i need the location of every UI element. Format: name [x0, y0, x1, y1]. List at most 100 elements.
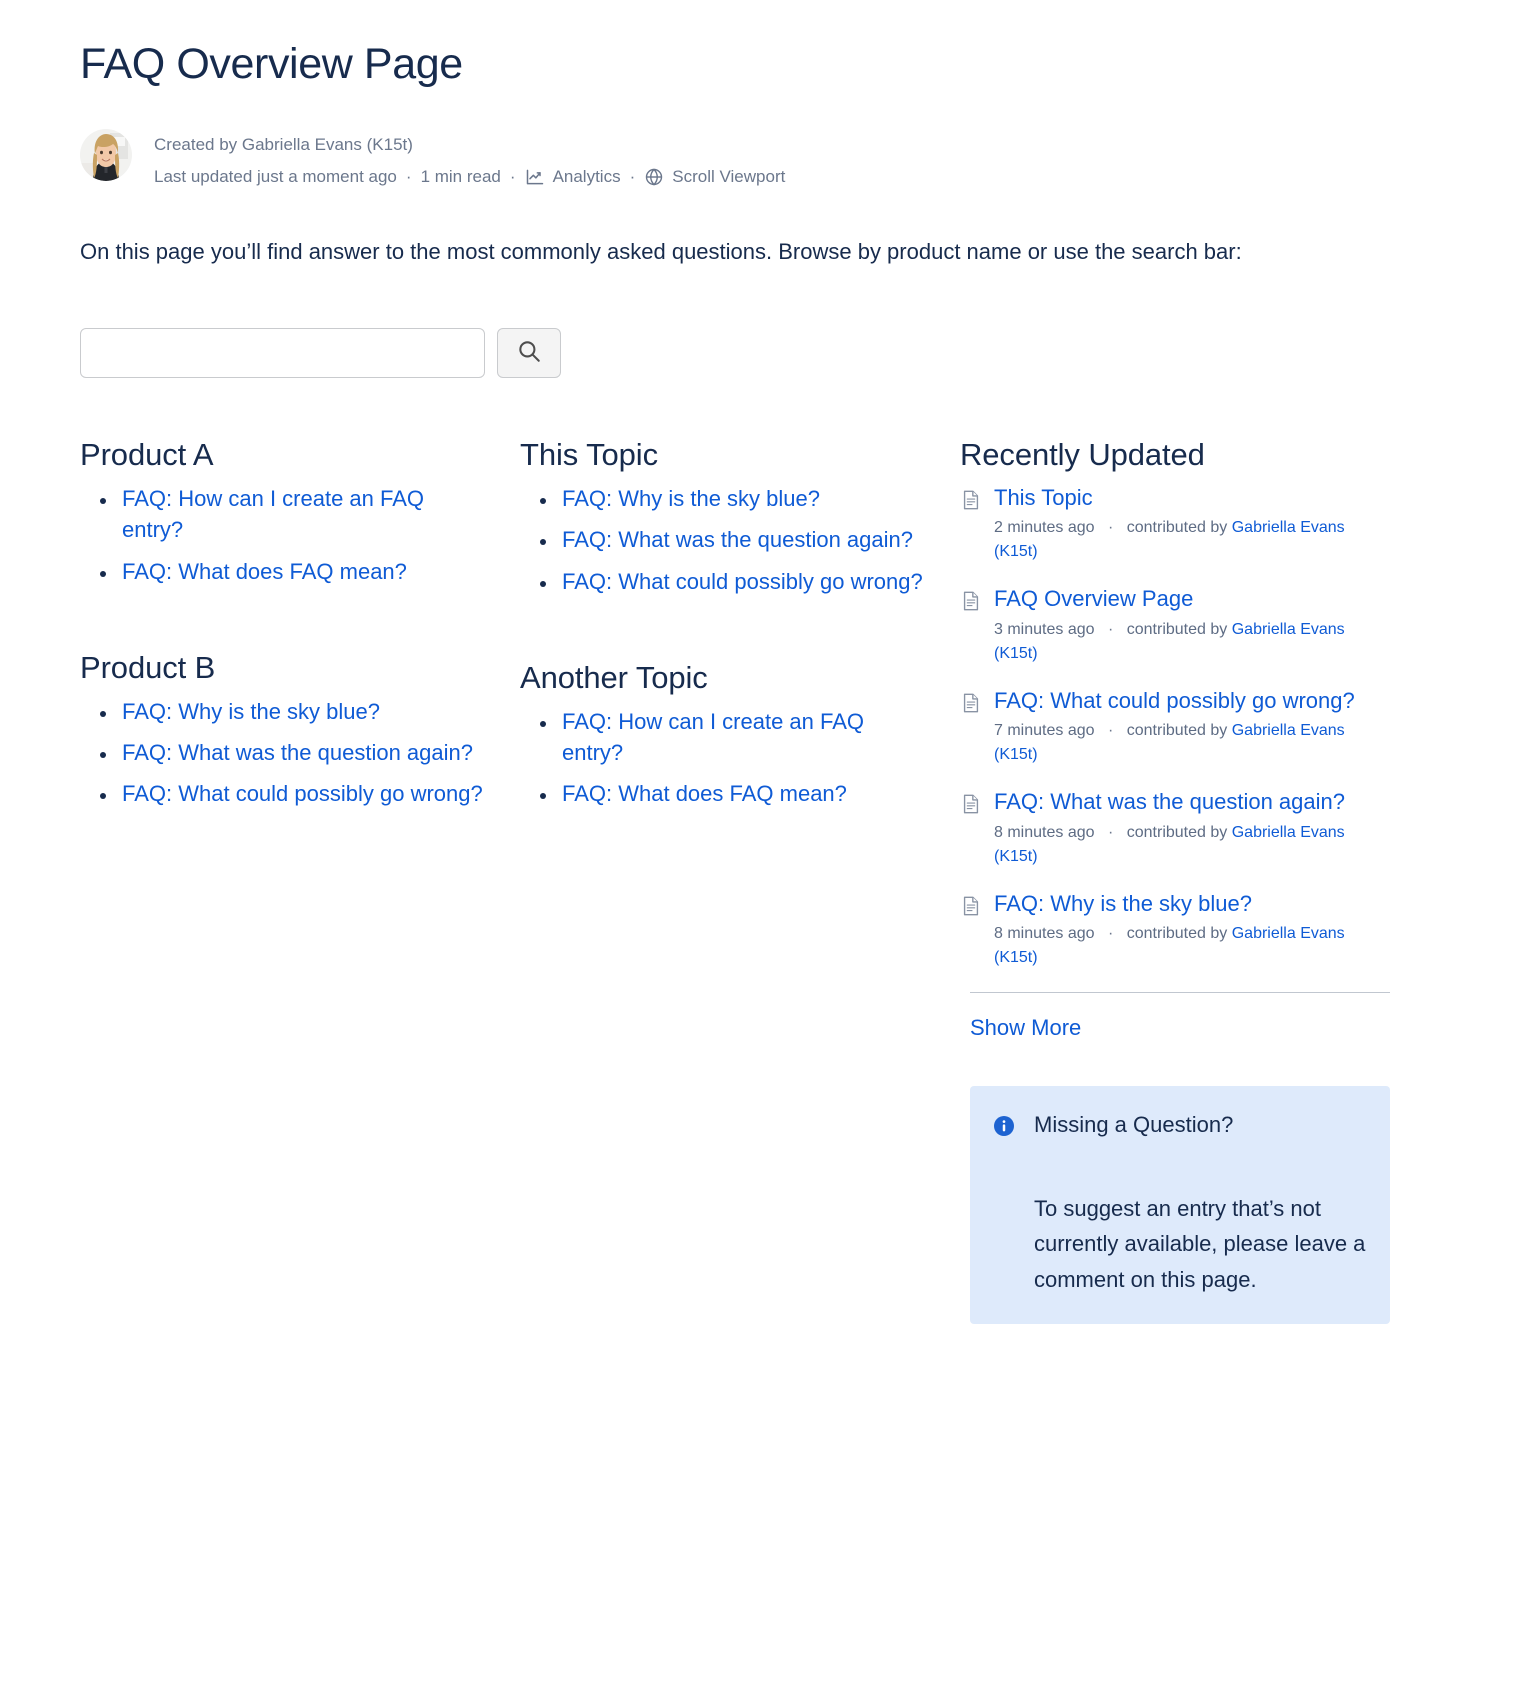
page-root: FAQ Overview Page Created by Gabriella E… — [0, 0, 1530, 1364]
list-item: This Topic 2 minutes ago · contributed b… — [960, 483, 1390, 564]
list-item-body: FAQ: What could possibly go wrong? 7 min… — [994, 686, 1390, 767]
info-panel: Missing a Question? To suggest an entry … — [970, 1085, 1390, 1324]
search-button[interactable] — [497, 327, 561, 378]
column-topics: This Topic FAQ: Why is the sky blue? FAQ… — [520, 436, 960, 820]
recently-updated-meta: 3 minutes ago · contributed by Gabriella… — [994, 618, 1390, 666]
content-columns: Product A FAQ: How can I create an FAQ e… — [80, 436, 1450, 1324]
page-document-icon — [960, 895, 984, 917]
list-item: FAQ: What could possibly go wrong? — [118, 778, 490, 809]
section-heading-another-topic: Another Topic — [520, 659, 708, 695]
scroll-viewport-link[interactable]: Scroll Viewport — [644, 161, 785, 192]
analytics-label: Analytics — [552, 166, 621, 186]
section-heading-this-topic: This Topic — [520, 436, 658, 472]
meta-separator: · — [1107, 519, 1114, 537]
show-more-link[interactable]: Show More — [970, 1015, 1081, 1041]
contributed-by-label: contributed by — [1126, 722, 1228, 740]
byline-separator-2: · — [509, 166, 516, 186]
faq-list-another-topic: FAQ: How can I create an FAQ entry? FAQ:… — [520, 706, 930, 810]
faq-link[interactable]: FAQ: Why is the sky blue? — [562, 486, 820, 511]
recently-updated-title[interactable]: FAQ: What could possibly go wrong? — [994, 688, 1355, 713]
list-item: FAQ: Why is the sky blue? — [558, 483, 930, 514]
timestamp: 8 minutes ago — [994, 823, 1095, 841]
recently-updated-list: This Topic 2 minutes ago · contributed b… — [960, 483, 1390, 970]
faq-link[interactable]: FAQ: What could possibly go wrong? — [562, 569, 923, 594]
info-icon — [992, 1114, 1016, 1138]
timestamp: 2 minutes ago — [994, 519, 1095, 537]
list-item: FAQ: What was the question again? 8 minu… — [960, 787, 1390, 868]
byline: Created by Gabriella Evans (K15t) Last u… — [80, 127, 1450, 192]
list-item: FAQ: Why is the sky blue? — [118, 696, 490, 727]
analytics-link[interactable]: Analytics — [525, 161, 621, 192]
list-item-body: FAQ: Why is the sky blue? 8 minutes ago … — [994, 889, 1390, 970]
byline-created: Created by Gabriella Evans (K15t) — [154, 135, 413, 155]
list-item: FAQ: What does FAQ mean? — [558, 778, 930, 809]
faq-list-product-a: FAQ: How can I create an FAQ entry? FAQ:… — [80, 483, 490, 587]
meta-separator: · — [1107, 722, 1114, 740]
info-panel-content: Missing a Question? To suggest an entry … — [1034, 1110, 1368, 1298]
byline-separator-3: · — [629, 166, 636, 186]
list-item-body: FAQ: What was the question again? 8 minu… — [994, 787, 1390, 868]
timestamp: 7 minutes ago — [994, 722, 1095, 740]
list-item: FAQ: What does FAQ mean? — [118, 556, 490, 587]
list-item-body: This Topic 2 minutes ago · contributed b… — [994, 483, 1390, 564]
search-icon — [516, 338, 542, 367]
column-recently-updated: Recently Updated This Topic 2 minutes ag… — [960, 436, 1390, 1324]
avatar — [80, 129, 132, 182]
contributed-by-label: contributed by — [1126, 620, 1228, 638]
recently-updated-title[interactable]: This Topic — [994, 485, 1093, 510]
page-document-icon — [960, 692, 984, 714]
timestamp: 3 minutes ago — [994, 620, 1095, 638]
byline-last-updated: Last updated just a moment ago — [154, 166, 397, 186]
list-item: FAQ: What was the question again? — [118, 737, 490, 768]
intro-paragraph: On this page you’ll find answer to the m… — [80, 239, 1242, 265]
byline-separator-1: · — [405, 166, 412, 186]
list-item-body: FAQ Overview Page 3 minutes ago · contri… — [994, 584, 1390, 665]
recently-updated-meta: 8 minutes ago · contributed by Gabriella… — [994, 922, 1390, 970]
recently-updated-title[interactable]: FAQ: What was the question again? — [994, 789, 1345, 814]
list-item: FAQ: What was the question again? — [558, 524, 930, 555]
timestamp: 8 minutes ago — [994, 924, 1095, 942]
section-heading-recently-updated: Recently Updated — [960, 436, 1205, 472]
search-input[interactable] — [80, 327, 485, 378]
search-bar — [80, 327, 1450, 378]
recently-updated-title[interactable]: FAQ: Why is the sky blue? — [994, 891, 1252, 916]
list-item: FAQ Overview Page 3 minutes ago · contri… — [960, 584, 1390, 665]
list-item: FAQ: How can I create an FAQ entry? — [558, 706, 930, 768]
contributed-by-label: contributed by — [1126, 924, 1228, 942]
section-heading-product-a: Product A — [80, 436, 214, 472]
page-document-icon — [960, 793, 984, 815]
faq-link[interactable]: FAQ: What could possibly go wrong? — [122, 781, 483, 806]
recently-updated-meta: 2 minutes ago · contributed by Gabriella… — [994, 516, 1390, 564]
contributed-by-label: contributed by — [1126, 823, 1228, 841]
page-document-icon — [960, 590, 984, 612]
list-item: FAQ: What could possibly go wrong? — [558, 566, 930, 597]
recently-updated-meta: 8 minutes ago · contributed by Gabriella… — [994, 821, 1390, 869]
globe-icon — [644, 167, 664, 187]
faq-link[interactable]: FAQ: What was the question again? — [562, 527, 913, 552]
faq-link[interactable]: FAQ: How can I create an FAQ entry? — [562, 709, 864, 765]
analytics-chart-icon — [525, 167, 545, 187]
list-item: FAQ: Why is the sky blue? 8 minutes ago … — [960, 889, 1390, 970]
byline-meta: Last updated just a moment ago · 1 min r… — [154, 161, 785, 192]
faq-link[interactable]: FAQ: What does FAQ mean? — [562, 781, 847, 806]
section-heading-product-b: Product B — [80, 649, 216, 685]
info-panel-title: Missing a Question? — [1034, 1111, 1234, 1137]
page-document-icon — [960, 489, 984, 511]
byline-text: Created by Gabriella Evans (K15t) Last u… — [154, 127, 785, 192]
faq-list-this-topic: FAQ: Why is the sky blue? FAQ: What was … — [520, 483, 930, 597]
recently-updated-title[interactable]: FAQ Overview Page — [994, 586, 1193, 611]
faq-list-product-b: FAQ: Why is the sky blue? FAQ: What was … — [80, 696, 490, 810]
faq-link[interactable]: FAQ: How can I create an FAQ entry? — [122, 486, 424, 542]
meta-separator: · — [1107, 823, 1114, 841]
contributed-by-label: contributed by — [1126, 519, 1228, 537]
faq-link[interactable]: FAQ: What was the question again? — [122, 740, 473, 765]
page-title: FAQ Overview Page — [80, 40, 463, 88]
divider — [970, 991, 1390, 993]
recently-updated-meta: 7 minutes ago · contributed by Gabriella… — [994, 719, 1390, 767]
faq-link[interactable]: FAQ: What does FAQ mean? — [122, 559, 407, 584]
faq-link[interactable]: FAQ: Why is the sky blue? — [122, 699, 380, 724]
meta-separator: · — [1107, 924, 1114, 942]
scroll-viewport-label: Scroll Viewport — [672, 166, 786, 186]
info-panel-body: To suggest an entry that’s not currently… — [1034, 1195, 1366, 1292]
column-products: Product A FAQ: How can I create an FAQ e… — [80, 436, 520, 820]
